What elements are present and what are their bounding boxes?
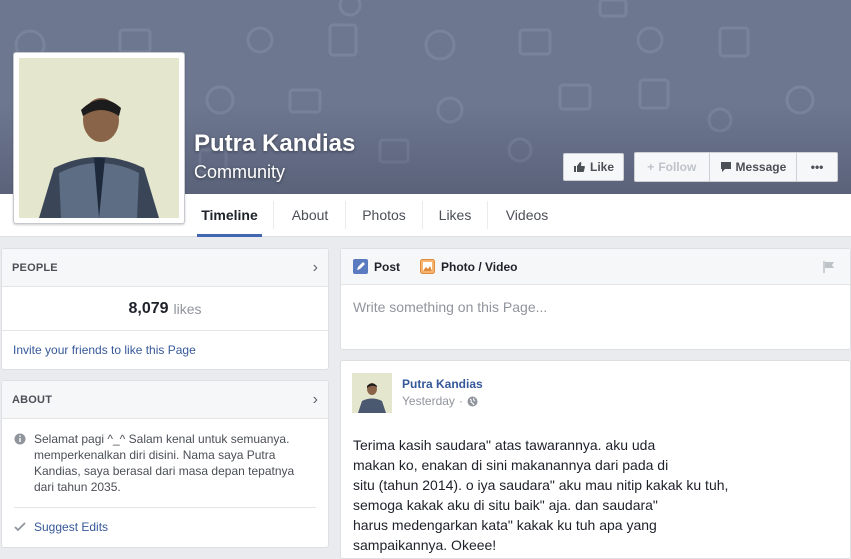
post-line: Terima kasih saudara" atas tawarannya. a… <box>353 437 656 453</box>
like-button[interactable]: Like <box>563 153 624 181</box>
separator: · <box>458 394 463 408</box>
follow-label: Follow <box>658 160 697 174</box>
globe-icon <box>467 396 478 406</box>
plus-icon: + <box>647 160 655 174</box>
tab-about[interactable]: About <box>280 194 340 236</box>
photo-icon <box>420 259 436 274</box>
photo-video-tab[interactable]: Photo / Video <box>420 259 517 274</box>
composer-card: Post Photo / Video Write something on th… <box>340 248 851 350</box>
page-category[interactable]: Community <box>194 162 285 183</box>
post-tab-label: Post <box>374 259 401 274</box>
post-time[interactable]: Yesterday <box>402 394 455 408</box>
composer-tabs: Post Photo / Video <box>341 249 850 285</box>
post-card: Putra Kandias Yesterday · Terima kasih s… <box>340 360 851 559</box>
tab-photos[interactable]: Photos <box>352 194 416 236</box>
profile-photo <box>19 58 179 218</box>
likes-summary: 8,079 likes <box>2 287 328 331</box>
chevron-right-icon: › <box>312 390 318 408</box>
person-illustration <box>19 58 179 218</box>
post-line: semoga kakak aku di situ baik" aja. dan … <box>353 497 658 513</box>
tab-divider <box>487 201 488 229</box>
invite-friends-link[interactable]: Invite your friends to like this Page <box>2 331 328 369</box>
page-actions: + Follow Message ••• <box>634 152 838 182</box>
tab-divider <box>422 201 423 229</box>
post-line: situ (tahun 2014). o iya saudara" aku ma… <box>353 477 729 493</box>
people-header[interactable]: PEOPLE › <box>2 249 328 287</box>
message-button[interactable]: Message <box>710 153 798 181</box>
about-card: ABOUT › Selamat pagi ^_^ Salam kenal unt… <box>1 380 329 548</box>
profile-picture[interactable] <box>13 52 185 224</box>
tab-divider <box>273 201 274 229</box>
like-label: Like <box>589 160 614 174</box>
checkmark-icon <box>14 522 26 532</box>
about-text: Selamat pagi ^_^ Salam kenal untuk semua… <box>34 432 295 494</box>
tab-divider <box>345 201 346 229</box>
likes-count: 8,079 <box>128 299 169 317</box>
suggest-edits-label: Suggest Edits <box>34 520 109 534</box>
follow-button[interactable]: + Follow <box>635 153 710 181</box>
people-card: PEOPLE › 8,079 likes Invite your friends… <box>1 248 329 370</box>
about-title: ABOUT <box>12 393 53 406</box>
tab-likes[interactable]: Likes <box>430 194 480 236</box>
avatar[interactable] <box>352 373 392 413</box>
post-author[interactable]: Putra Kandias <box>402 377 483 391</box>
chevron-right-icon: › <box>312 258 318 276</box>
more-button[interactable]: ••• <box>797 153 837 181</box>
post-text: Terima kasih saudara" atas tawarannya. a… <box>341 425 850 555</box>
tab-videos[interactable]: Videos <box>495 194 559 236</box>
flag-icon[interactable] <box>822 260 836 274</box>
avatar-image <box>352 373 392 413</box>
composer-input[interactable]: Write something on this Page... <box>341 285 850 329</box>
more-icon: ••• <box>810 160 824 174</box>
post-line: makan ko, enakan di sini makanannya dari… <box>353 457 669 473</box>
likes-label: likes <box>173 300 202 317</box>
tab-timeline[interactable]: Timeline <box>197 194 262 237</box>
about-description: Selamat pagi ^_^ Salam kenal untuk semua… <box>2 419 328 495</box>
info-icon <box>14 433 26 445</box>
message-icon <box>720 162 731 172</box>
message-label: Message <box>735 160 787 174</box>
pencil-icon <box>353 259 368 274</box>
photo-video-tab-label: Photo / Video <box>441 259 518 274</box>
thumbs-up-icon <box>573 162 585 172</box>
about-header[interactable]: ABOUT › <box>2 381 328 419</box>
post-line: sampaikannya. Okeee! <box>353 537 497 553</box>
post-line: harus medengarkan kata" kakak ku tuh apa… <box>353 517 657 533</box>
post-header: Putra Kandias Yesterday · <box>341 361 850 425</box>
post-tab[interactable]: Post <box>353 259 400 274</box>
page-name[interactable]: Putra Kandias <box>194 130 355 158</box>
post-meta: Yesterday · <box>402 394 483 408</box>
suggest-edits-link[interactable]: Suggest Edits <box>2 508 328 546</box>
people-title: PEOPLE <box>12 261 58 274</box>
